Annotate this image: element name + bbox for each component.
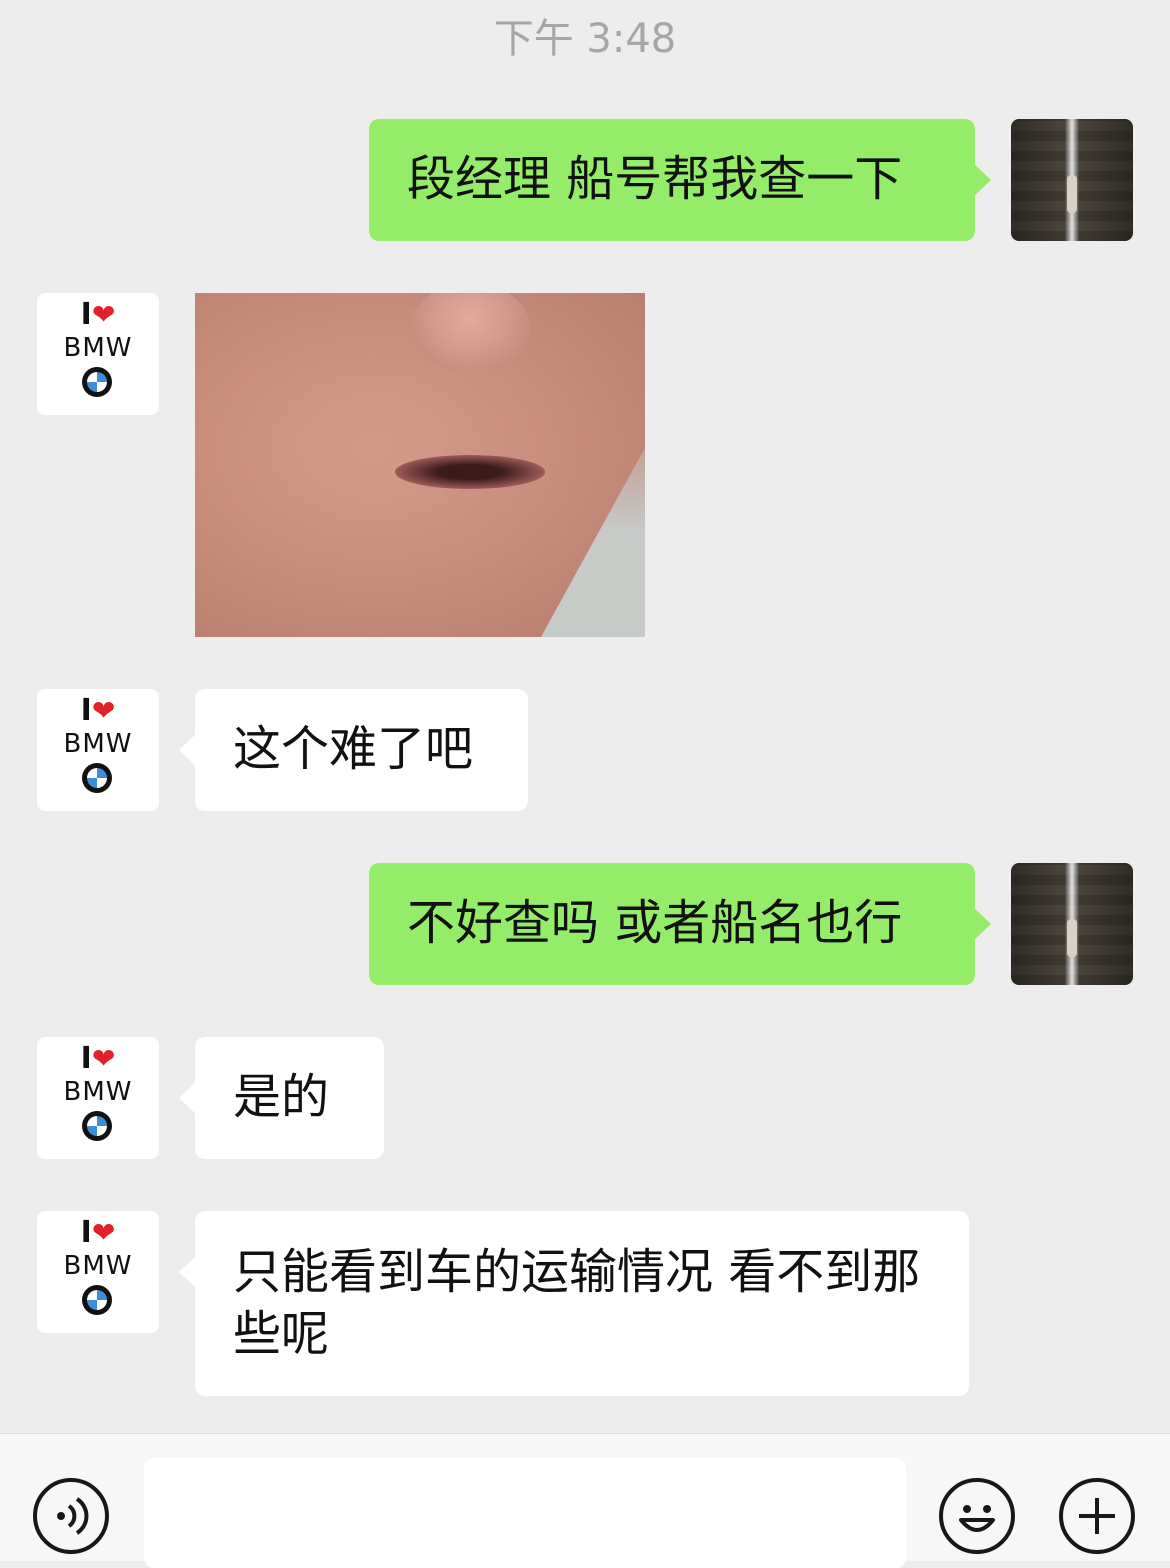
avatar-figure (1067, 175, 1077, 213)
bmw-logo-icon (82, 1111, 112, 1141)
sticker-image[interactable] (195, 293, 645, 637)
message-bubble-other[interactable]: 这个难了吧 (179, 689, 528, 811)
self-avatar[interactable] (1011, 863, 1133, 985)
chat-input-bar (0, 1433, 1170, 1568)
avatar-brand-text: BMW (63, 1251, 133, 1281)
message-input[interactable] (144, 1458, 906, 1568)
avatar-i-love: I❤ (80, 1041, 116, 1076)
heart-icon: ❤ (91, 298, 116, 331)
message-bubble-other[interactable]: 是的 (179, 1037, 384, 1159)
heart-icon: ❤ (91, 1042, 116, 1075)
avatar-i-love: I❤ (80, 297, 116, 332)
message-text: 不好查吗 或者船名也行 (407, 895, 903, 951)
message-text: 这个难了吧 (233, 721, 474, 777)
message-bubble-other[interactable]: 只能看到车的运输情况 看不到那些呢 (179, 1211, 969, 1396)
message-text: 段经理 船号帮我查一下 (407, 151, 903, 207)
contact-avatar[interactable]: I❤ BMW (37, 1037, 159, 1159)
contact-avatar[interactable]: I❤ BMW (37, 689, 159, 811)
voice-button[interactable] (33, 1478, 109, 1554)
avatar-brand-text: BMW (63, 333, 133, 363)
avatar-i-love: I❤ (80, 1215, 116, 1250)
bmw-logo-icon (82, 367, 112, 397)
bmw-logo-icon (82, 1285, 112, 1315)
timestamp: 下午 3:48 (493, 16, 677, 62)
message-text: 是的 (233, 1069, 330, 1125)
self-avatar[interactable] (1011, 119, 1133, 241)
emoji-button[interactable] (939, 1478, 1015, 1554)
message-bubble-self[interactable]: 段经理 船号帮我查一下 (369, 119, 991, 241)
voice-icon (57, 1497, 89, 1535)
message-bubble-self[interactable]: 不好查吗 或者船名也行 (369, 863, 991, 985)
bmw-logo-icon (82, 763, 112, 793)
message-text: 只能看到车的运输情况 看不到那些呢 (233, 1244, 921, 1362)
heart-icon: ❤ (91, 1216, 116, 1249)
avatar-brand-text: BMW (63, 1077, 133, 1107)
avatar-figure (1067, 919, 1077, 957)
plus-icon (1079, 1498, 1115, 1534)
heart-icon: ❤ (91, 694, 116, 727)
avatar-brand-text: BMW (63, 729, 133, 759)
avatar-i-love: I❤ (80, 693, 116, 728)
contact-avatar[interactable]: I❤ BMW (37, 1211, 159, 1333)
plus-button[interactable] (1059, 1478, 1135, 1554)
emoji-icon (959, 1505, 995, 1532)
contact-avatar[interactable]: I❤ BMW (37, 293, 159, 415)
